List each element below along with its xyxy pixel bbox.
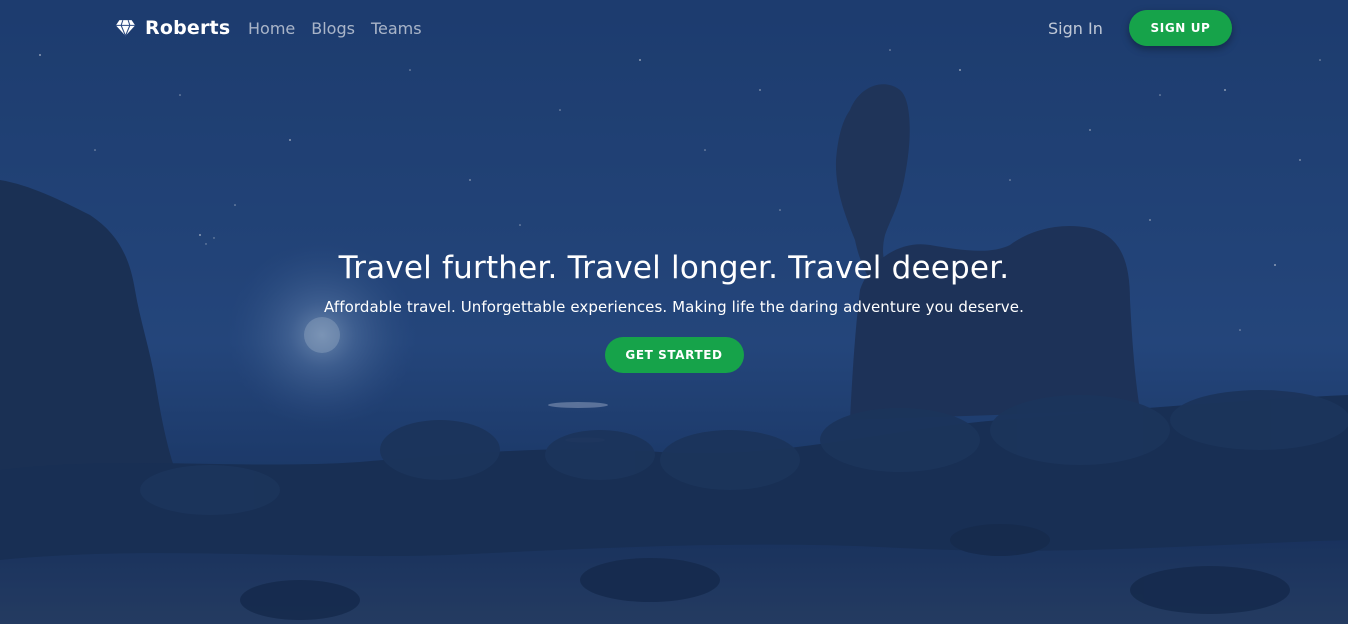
brand[interactable]: Roberts	[115, 17, 230, 39]
nav-links: Home Blogs Teams	[248, 19, 422, 38]
hero-section: Roberts Home Blogs Teams Sign In SIGN UP…	[0, 0, 1348, 624]
get-started-button[interactable]: GET STARTED	[604, 337, 744, 373]
nav-link-home[interactable]: Home	[248, 19, 295, 38]
sign-in-link[interactable]: Sign In	[1048, 19, 1103, 38]
top-navbar: Roberts Home Blogs Teams Sign In SIGN UP	[0, 0, 1348, 60]
nav-link-teams[interactable]: Teams	[371, 19, 422, 38]
diamond-icon	[115, 19, 136, 37]
brand-name: Roberts	[145, 17, 231, 39]
sign-up-button[interactable]: SIGN UP	[1129, 10, 1232, 46]
hero-subheadline: Affordable travel. Unforgettable experie…	[324, 298, 1024, 316]
hero-headline: Travel further. Travel longer. Travel de…	[338, 250, 1010, 286]
nav-link-blogs[interactable]: Blogs	[311, 19, 355, 38]
hero-content: Travel further. Travel longer. Travel de…	[0, 248, 1348, 373]
